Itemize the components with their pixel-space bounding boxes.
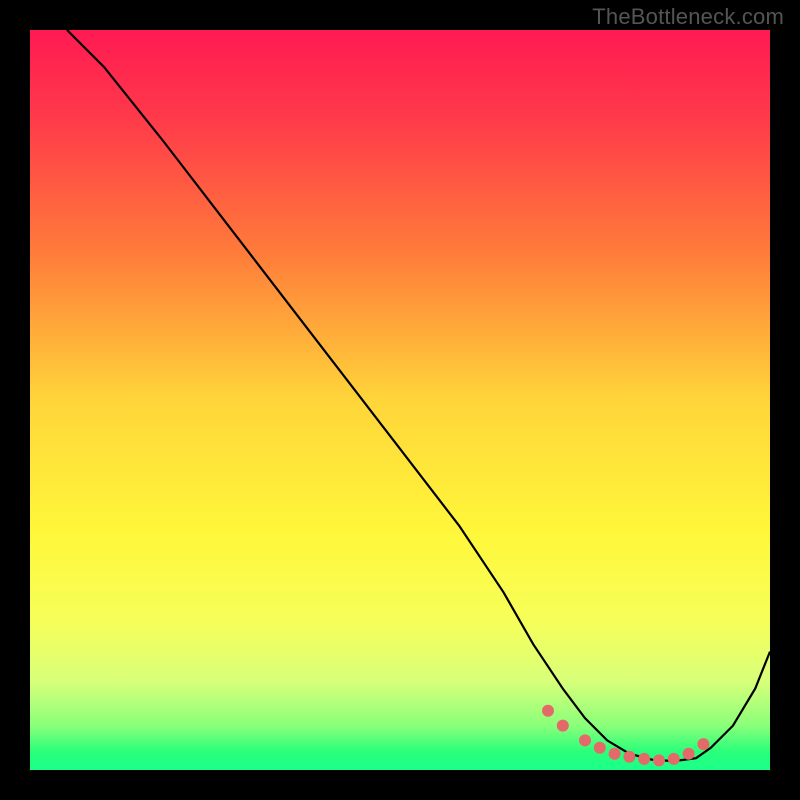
- chart-svg: [30, 30, 770, 770]
- chart-marker: [668, 753, 680, 765]
- chart-marker: [542, 705, 554, 717]
- chart-marker: [638, 753, 650, 765]
- chart-marker: [697, 738, 709, 750]
- chart-marker: [683, 748, 695, 760]
- chart-marker: [609, 748, 621, 760]
- chart-marker: [557, 720, 569, 732]
- chart-plot-area: [30, 30, 770, 770]
- chart-marker: [579, 734, 591, 746]
- chart-marker: [594, 742, 606, 754]
- watermark-label: TheBottleneck.com: [592, 4, 784, 30]
- chart-marker: [623, 751, 635, 763]
- chart-marker: [653, 754, 665, 766]
- chart-background: [30, 30, 770, 770]
